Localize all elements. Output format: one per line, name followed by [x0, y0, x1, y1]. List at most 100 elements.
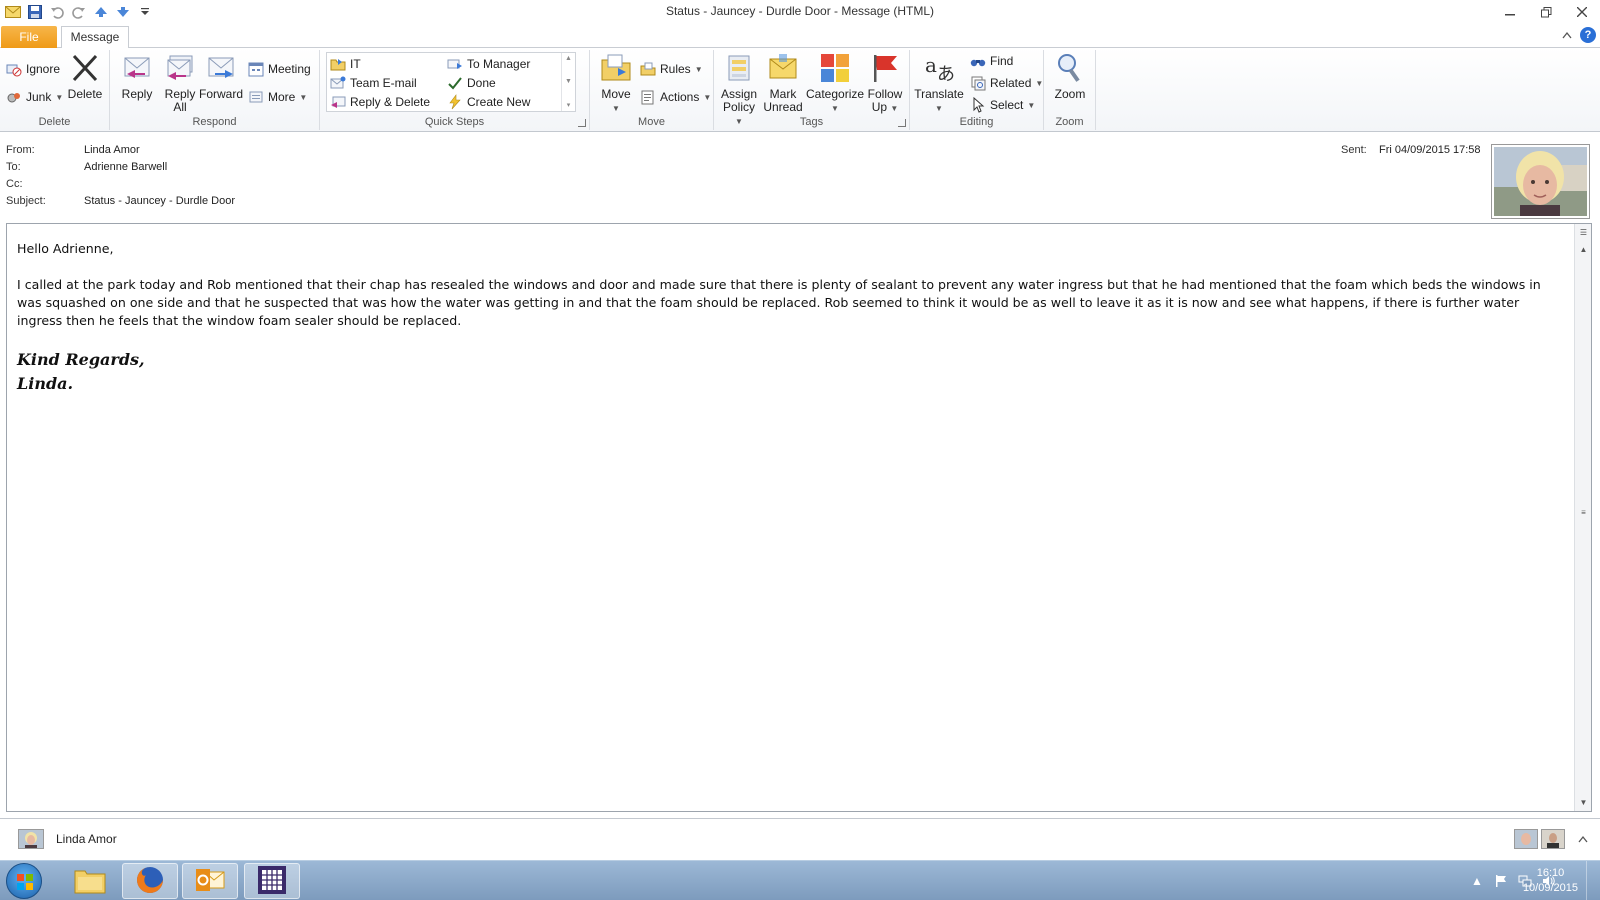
quick-step-it[interactable]: IT [330, 55, 361, 73]
chevron-down-icon: ▼ [890, 104, 899, 113]
action-center-flag-icon[interactable] [1494, 874, 1508, 888]
show-desktop-button[interactable] [1586, 861, 1600, 900]
collapse-ribbon-icon[interactable] [1562, 28, 1572, 42]
expand-pane-icon[interactable] [1578, 832, 1588, 846]
forward-button[interactable]: Forward [198, 52, 244, 101]
greeting: Hello Adrienne, [17, 241, 114, 256]
customize-toolbar-icon[interactable] [136, 3, 154, 21]
dialog-launcher-icon[interactable] [578, 119, 586, 127]
taskbar-outlook[interactable] [182, 863, 238, 899]
quick-step-team-email-label: Team E-mail [350, 76, 417, 90]
quick-step-done[interactable]: Done [447, 74, 496, 92]
scroll-down-icon[interactable]: ▼ [565, 78, 572, 85]
from-value[interactable]: Linda Amor [84, 144, 140, 156]
lightning-icon [447, 94, 463, 110]
scroll-up-icon[interactable]: ▲ [565, 55, 572, 62]
reply-label: Reply [121, 87, 153, 101]
actions-label: Actions [660, 90, 700, 104]
dialog-launcher-icon[interactable] [898, 119, 906, 127]
signature: Kind Regards, Linda. [17, 348, 1567, 396]
next-item-icon[interactable] [114, 3, 132, 21]
mark-unread-button[interactable]: Mark Unread [762, 52, 804, 114]
follow-up-label-2: Up [871, 100, 888, 114]
cursor-icon [970, 96, 986, 113]
junk-button[interactable]: Junk ▼ [6, 88, 63, 106]
assign-policy-icon [723, 52, 755, 84]
reply-button[interactable]: Reply [118, 52, 156, 101]
taskbar-firefox[interactable] [122, 863, 178, 899]
clock-time: 16:10 [1536, 867, 1565, 879]
sent-value: Fri 04/09/2015 17:58 [1379, 144, 1481, 156]
junk-label: Junk [26, 90, 52, 104]
magnifier-icon [1054, 52, 1086, 84]
split-view-icon[interactable]: ☰ [1575, 224, 1592, 241]
signature-line-2: Linda. [17, 374, 74, 393]
sender-photo[interactable] [1491, 144, 1590, 219]
junk-icon [6, 89, 22, 105]
checkmark-icon [447, 75, 463, 91]
tab-file[interactable]: File [1, 26, 57, 48]
more-button[interactable]: More ▼ [248, 88, 307, 106]
title-bar: Status - Jauncey - Durdle Door - Message… [0, 0, 1600, 24]
undo-icon[interactable] [48, 3, 66, 21]
avatar[interactable] [18, 829, 44, 849]
subject-value: Status - Jauncey - Durdle Door [84, 195, 236, 207]
people-pane: Linda Amor [0, 818, 1600, 860]
tab-message[interactable]: Message [61, 26, 129, 49]
move-button[interactable]: Move ▼ [596, 52, 636, 115]
translate-button[interactable]: aあ Translate ▼ [914, 52, 964, 115]
quick-step-team-email[interactable]: Team E-mail [330, 74, 417, 92]
reply-all-button[interactable]: Reply All [160, 52, 200, 114]
show-hidden-icons-icon[interactable]: ▲ [1470, 874, 1484, 888]
translate-label: Translate [914, 87, 964, 101]
select-button[interactable]: Select ▼ [970, 96, 1035, 114]
previous-item-icon[interactable] [92, 3, 110, 21]
zoom-group-label: Zoom [1055, 116, 1084, 128]
redo-icon[interactable] [70, 3, 88, 21]
people-pane-name[interactable]: Linda Amor [56, 832, 117, 846]
windows-start-icon[interactable] [6, 863, 42, 899]
vertical-scrollbar[interactable]: ☰ ▲ ≡ ▼ [1574, 224, 1591, 811]
quick-step-it-label: IT [350, 57, 361, 71]
categorize-button[interactable]: Categorize ▼ [806, 52, 864, 115]
quick-steps-scrollbar[interactable]: ▲ ▼ ▾ [561, 53, 575, 111]
signature-line-1: Kind Regards, [17, 350, 145, 369]
find-button[interactable]: Find [970, 52, 1013, 70]
message-body[interactable]: Hello Adrienne, I called at the park tod… [6, 223, 1592, 812]
minimize-icon[interactable] [1492, 0, 1528, 24]
quick-step-create-new[interactable]: Create New [447, 93, 530, 111]
avatar[interactable] [1541, 829, 1565, 849]
quick-step-to-manager[interactable]: To Manager [447, 55, 530, 73]
follow-up-button[interactable]: Follow Up ▼ [864, 52, 906, 115]
zoom-button[interactable]: Zoom [1048, 52, 1092, 101]
actions-button[interactable]: Actions ▼ [640, 88, 711, 106]
quick-steps-group-label: Quick Steps [424, 116, 485, 128]
taskbar-app[interactable] [244, 863, 300, 899]
quick-step-reply-delete[interactable]: Reply & Delete [330, 93, 430, 111]
chevron-down-icon: ▼ [1027, 100, 1036, 110]
rules-button[interactable]: Rules ▼ [640, 60, 703, 78]
save-icon[interactable] [26, 3, 44, 21]
quick-step-to-manager-label: To Manager [467, 57, 531, 71]
scroll-grip-icon[interactable]: ≡ [1575, 504, 1592, 521]
window-controls [1492, 0, 1600, 24]
avatar [1494, 147, 1587, 216]
related-button[interactable]: Related ▼ [970, 74, 1043, 92]
taskbar-explorer[interactable] [62, 863, 118, 899]
taskbar-clock[interactable]: 16:10 10/09/2015 [1523, 866, 1578, 896]
team-email-icon [330, 75, 346, 91]
help-icon[interactable]: ? [1580, 27, 1596, 43]
ignore-button[interactable]: Ignore [6, 60, 60, 78]
scroll-down-icon[interactable]: ▼ [1575, 794, 1592, 811]
scroll-up-icon[interactable]: ▲ [1575, 241, 1592, 258]
delete-label: Delete [67, 87, 103, 101]
gallery-expand-icon[interactable]: ▾ [567, 101, 571, 109]
avatar[interactable] [1514, 829, 1538, 849]
delete-button[interactable]: Delete [64, 52, 106, 101]
categorize-icon [819, 52, 851, 84]
to-label: To: [6, 161, 21, 173]
close-icon[interactable] [1564, 0, 1600, 24]
restore-icon[interactable] [1528, 0, 1564, 24]
meeting-button[interactable]: Meeting [248, 60, 311, 78]
to-value[interactable]: Adrienne Barwell [84, 161, 167, 173]
